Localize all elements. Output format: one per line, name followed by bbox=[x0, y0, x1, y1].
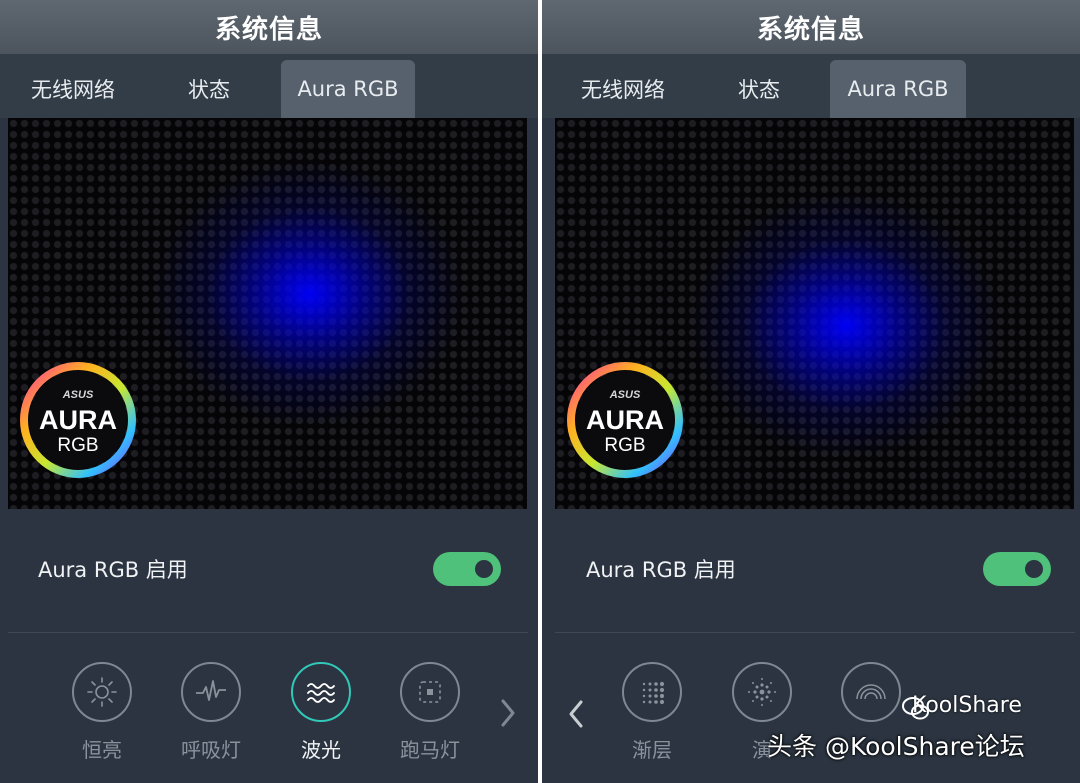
chevron-right-icon bbox=[501, 699, 515, 727]
marquee-icon bbox=[419, 681, 441, 703]
mode-gradient-label: 渐层 bbox=[632, 738, 672, 762]
tab-bar: 无线网络 状态 Aura RGB bbox=[542, 54, 1080, 118]
lighting-preview: ASUS AURA RGB bbox=[555, 118, 1074, 509]
tab-status[interactable]: 状态 bbox=[712, 60, 806, 118]
aura-enable-label: Aura RGB 启用 bbox=[38, 558, 188, 582]
tab-wireless[interactable]: 无线网络 bbox=[564, 60, 682, 118]
sun-icon bbox=[87, 677, 117, 707]
svg-text:RGB: RGB bbox=[57, 435, 98, 456]
mode-gradient[interactable]: 渐层 bbox=[612, 662, 692, 772]
svg-text:ASUS: ASUS bbox=[62, 389, 94, 401]
aura-enable-row: Aura RGB 启用 bbox=[542, 520, 1080, 620]
mode-wave[interactable]: 波光 bbox=[281, 662, 361, 772]
title-bar: 系统信息 bbox=[0, 0, 538, 54]
mode-static[interactable]: 恒亮 bbox=[62, 662, 142, 772]
svg-text:ASUS: ASUS bbox=[609, 389, 641, 401]
aura-enable-toggle[interactable] bbox=[433, 552, 501, 586]
title-bar: 系统信息 bbox=[542, 0, 1080, 54]
divider bbox=[8, 632, 528, 633]
page-title: 系统信息 bbox=[756, 14, 865, 45]
mode-breathing-label: 呼吸灯 bbox=[181, 738, 241, 762]
mode-starburst-circle bbox=[732, 662, 792, 722]
mode-static-label: 恒亮 bbox=[82, 738, 122, 762]
chevron-left-icon bbox=[569, 700, 583, 728]
mode-gradient-circle bbox=[622, 662, 682, 722]
mode-marquee-label: 跑马灯 bbox=[400, 738, 460, 762]
svg-text:RGB: RGB bbox=[604, 435, 645, 456]
watermark-text: 头条 @KoolShare论坛 bbox=[767, 732, 1025, 761]
mode-breathing-circle bbox=[181, 662, 241, 722]
aura-logo-icon: ASUS AURA RGB bbox=[20, 362, 136, 478]
mode-breathing[interactable]: 呼吸灯 bbox=[171, 662, 251, 772]
mode-wave-label: 波光 bbox=[301, 738, 341, 762]
page-title: 系统信息 bbox=[214, 14, 323, 45]
right-screen: 系统信息 无线网络 状态 Aura RGB ASUS AURA RGB Aura… bbox=[542, 0, 1080, 783]
toggle-knob bbox=[475, 560, 493, 578]
next-modes-button[interactable] bbox=[496, 693, 520, 733]
mode-marquee[interactable]: 跑马灯 bbox=[390, 662, 470, 772]
tab-bar: 无线网络 状态 Aura RGB bbox=[0, 54, 538, 118]
tab-aura-rgb[interactable]: Aura RGB bbox=[830, 60, 966, 118]
wechat-icon bbox=[902, 697, 929, 720]
mode-marquee-circle bbox=[400, 662, 460, 722]
divider bbox=[555, 632, 1075, 633]
starburst-icon bbox=[748, 678, 776, 706]
wave-icon bbox=[307, 683, 335, 703]
mode-static-circle bbox=[72, 662, 132, 722]
lighting-preview: ASUS AURA RGB bbox=[8, 118, 527, 509]
aura-enable-label: Aura RGB 启用 bbox=[586, 558, 736, 582]
tab-status[interactable]: 状态 bbox=[162, 60, 256, 118]
svg-text:AURA: AURA bbox=[39, 405, 117, 435]
tab-wireless[interactable]: 无线网络 bbox=[14, 60, 132, 118]
aura-enable-toggle[interactable] bbox=[983, 552, 1051, 586]
mode-rainbow-circle bbox=[841, 662, 901, 722]
gradient-dots-icon bbox=[642, 681, 665, 705]
prev-modes-button[interactable] bbox=[564, 694, 588, 734]
rainbow-icon bbox=[856, 684, 886, 700]
pulse-icon bbox=[196, 680, 226, 701]
watermark: 头条 @KoolShare论坛 bbox=[767, 697, 1025, 770]
aura-enable-row: Aura RGB 启用 bbox=[0, 520, 538, 620]
left-screen: 系统信息 无线网络 状态 Aura RGB ASUS AURA RGB Aura… bbox=[0, 0, 538, 783]
svg-text:AURA: AURA bbox=[586, 405, 664, 435]
toggle-knob bbox=[1025, 560, 1043, 578]
tab-aura-rgb[interactable]: Aura RGB bbox=[281, 60, 415, 118]
aura-logo-icon: ASUS AURA RGB bbox=[567, 362, 683, 478]
mode-wave-circle bbox=[291, 662, 351, 722]
